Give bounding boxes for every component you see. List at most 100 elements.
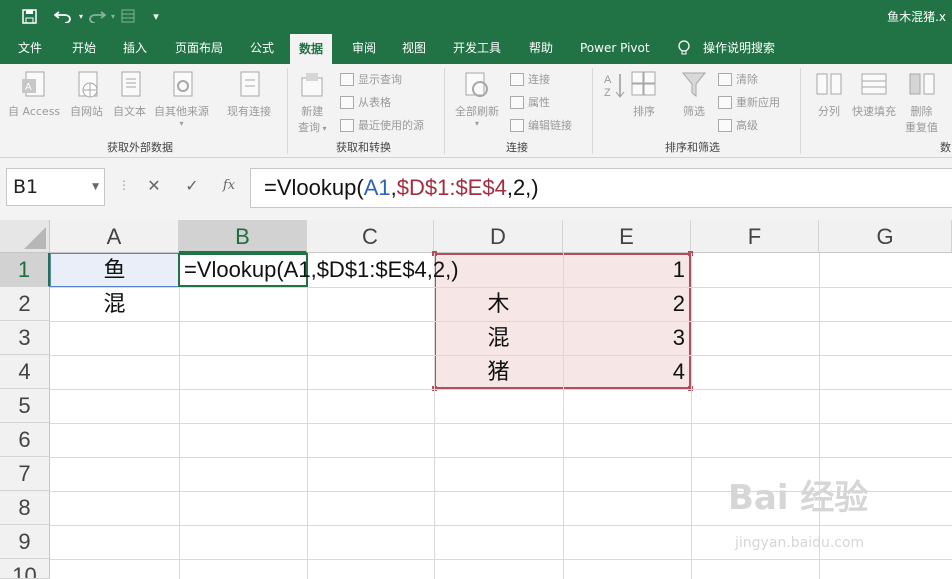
row-header-3[interactable]: 3 [0, 321, 50, 355]
row-header-9[interactable]: 9 [0, 525, 50, 559]
cell-a1[interactable]: 鱼 [50, 253, 179, 287]
remove-duplicates-button[interactable]: 删除 重复值 [905, 70, 938, 135]
show-queries-icon [340, 72, 354, 86]
clear-filter-button[interactable]: 清除 [718, 71, 758, 87]
show-queries-button[interactable]: 显示查询 [340, 71, 402, 87]
cell-e2[interactable]: 2 [563, 287, 685, 321]
column-header-f[interactable]: F [691, 220, 819, 253]
reapply-button[interactable]: 重新应用 [718, 94, 780, 110]
group-label-connections: 连接 [506, 141, 528, 154]
chevron-down-icon[interactable]: ▼ [92, 169, 99, 205]
column-header-a[interactable]: A [50, 220, 179, 253]
connections-button[interactable]: 连接 [510, 71, 550, 87]
column-header-e[interactable]: E [563, 220, 691, 253]
column-header-b[interactable]: B [179, 220, 307, 253]
cancel-icon[interactable]: ✕ [143, 174, 165, 198]
tab-help[interactable]: 帮助 [529, 32, 553, 64]
sort-icon [631, 71, 656, 96]
row-header-4[interactable]: 4 [0, 355, 50, 389]
redo-icon[interactable] [86, 0, 108, 32]
undo-icon[interactable] [50, 0, 76, 32]
group-label-data-tools: 数 [940, 141, 951, 154]
formula-ref-range: $D$1:$E$4 [396, 175, 507, 200]
cell-e3[interactable]: 3 [563, 321, 685, 355]
column-header-d[interactable]: D [434, 220, 563, 253]
column-header-c[interactable]: C [307, 220, 434, 253]
undo-dropdown-icon[interactable]: ▾ [76, 0, 86, 32]
from-table-button[interactable]: 从表格 [340, 94, 391, 110]
recent-sources-button[interactable]: 最近使用的源 [340, 117, 424, 133]
text-to-columns-button[interactable]: 分列 [815, 70, 843, 119]
tab-developer[interactable]: 开发工具 [453, 32, 501, 64]
column-header-g[interactable]: G [819, 220, 952, 253]
edit-links-icon [510, 118, 524, 132]
advanced-filter-icon [718, 118, 732, 132]
globe-icon [78, 71, 97, 98]
row-header-2[interactable]: 2 [0, 287, 50, 321]
formula-bar-grip-icon[interactable]: ⋮ [118, 178, 130, 192]
clear-filter-icon [718, 72, 732, 86]
tab-review[interactable]: 审阅 [352, 32, 376, 64]
properties-button[interactable]: 属性 [510, 94, 550, 110]
gridline [819, 253, 820, 579]
cell-d3[interactable]: 混 [434, 321, 563, 355]
tab-data[interactable]: 数据 [290, 34, 333, 64]
row-header-6[interactable]: 6 [0, 423, 50, 457]
from-other-sources-button[interactable]: 自其他来源 ▾ [154, 70, 209, 128]
redo-dropdown-icon[interactable]: ▾ [108, 0, 118, 32]
tab-page-layout[interactable]: 页面布局 [175, 32, 223, 64]
from-text-button[interactable]: 自文本 [113, 70, 146, 119]
tab-view[interactable]: 视图 [402, 32, 426, 64]
cell-d4[interactable]: 猪 [434, 355, 563, 389]
edit-links-button[interactable]: 编辑链接 [510, 117, 572, 133]
refresh-all-button[interactable]: 全部刷新 ▾ [455, 70, 499, 128]
flash-fill-button[interactable]: 快速填充 [852, 70, 896, 119]
from-access-button[interactable]: A 自 Access [8, 70, 60, 119]
row-header-5[interactable]: 5 [0, 389, 50, 423]
tab-formulas[interactable]: 公式 [250, 32, 274, 64]
from-web-button[interactable]: 自网站 [70, 70, 103, 119]
tell-me-search[interactable]: 操作说明搜索 [703, 32, 775, 64]
name-box[interactable]: B1 ▼ [6, 168, 105, 206]
save-icon[interactable] [18, 0, 40, 32]
row-header-8[interactable]: 8 [0, 491, 50, 525]
sort-button[interactable]: 排序 [630, 70, 658, 119]
customize-qat-icon[interactable]: ▾ [148, 0, 164, 32]
select-all-button[interactable] [0, 220, 50, 253]
gridline [50, 525, 952, 526]
tab-power-pivot[interactable]: Power Pivot [580, 32, 650, 64]
formula-input[interactable]: =Vlookup(A1,$D$1:$E$4,2,) [250, 168, 952, 208]
row-header-7[interactable]: 7 [0, 457, 50, 491]
advanced-filter-button[interactable]: 高级 [718, 117, 758, 133]
link-icon [510, 72, 524, 86]
new-query-button[interactable]: 新建 查询 ▾ [298, 70, 327, 135]
row-header-1[interactable]: 1 [0, 253, 50, 287]
gridline [179, 253, 180, 579]
cell-b1[interactable]: =Vlookup(A1,$D$1:$E$4,2,) [184, 253, 459, 287]
form-icon[interactable] [118, 0, 138, 32]
cell-e1[interactable]: 1 [563, 253, 685, 287]
row-header-10[interactable]: 10 [0, 559, 50, 579]
connections-icon [240, 71, 260, 97]
tab-home[interactable]: 开始 [72, 32, 96, 64]
insert-function-icon[interactable]: fx [218, 174, 240, 198]
baidu-watermark: Bai 经验 [728, 478, 869, 518]
svg-text:A: A [25, 82, 32, 93]
other-sources-icon [173, 71, 192, 97]
cell-d2[interactable]: 木 [434, 287, 563, 321]
title-bar: ▾ ▾ ▾ 鱼木混猪.x [0, 0, 952, 32]
tab-insert[interactable]: 插入 [123, 32, 147, 64]
gridline [50, 389, 952, 390]
name-box-value: B1 [13, 176, 39, 198]
enter-icon[interactable]: ✓ [181, 174, 203, 198]
existing-connections-button[interactable]: 现有连接 [227, 70, 271, 119]
text-file-icon [121, 71, 140, 97]
recent-sources-icon [340, 118, 354, 132]
tab-file[interactable]: 文件 [18, 32, 42, 64]
filter-button[interactable]: 筛选 [680, 70, 708, 119]
group-label-get-transform: 获取和转换 [336, 141, 391, 154]
cell-e4[interactable]: 4 [563, 355, 685, 389]
ribbon: A 自 Access 自网站 自文本 自其他来源 ▾ 现有连接 获取外部数据 新… [0, 64, 952, 158]
cell-a2[interactable]: 混 [50, 287, 179, 321]
sort-az-button[interactable]: AZ [602, 70, 630, 103]
